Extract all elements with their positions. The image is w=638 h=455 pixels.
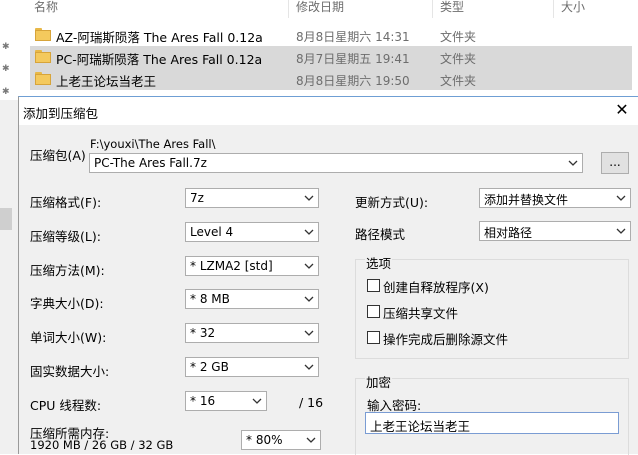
memory-select[interactable]: * 80% [241, 430, 321, 450]
options-title: 选项 [365, 253, 393, 272]
dict-value: * 8 MB [190, 292, 230, 306]
archive-label: 压缩包(A) [30, 148, 86, 163]
solid-value: * 2 GB [190, 360, 229, 374]
shared-files-label[interactable]: 压缩共享文件 [383, 303, 458, 322]
level-select[interactable]: Level 4 [185, 222, 319, 242]
path-mode-select[interactable]: 相对路径 [479, 221, 631, 241]
title-bar[interactable]: 添加到压缩包 ✕ [19, 97, 638, 125]
chevron-down-icon[interactable] [303, 190, 315, 206]
password-input[interactable]: 上老王论坛当老王 [365, 412, 619, 434]
file-type: 文件夹 [440, 52, 477, 66]
path-mode-label: 路径模式 [355, 227, 406, 242]
column-header-type[interactable]: 类型 [440, 0, 464, 16]
update-select[interactable]: 添加并替换文件 [479, 188, 631, 208]
column-header-modified[interactable]: 修改日期 [296, 0, 344, 16]
pin-icon: ✱ [2, 64, 10, 74]
file-name: 上老王论坛当老王 [56, 74, 157, 89]
chevron-down-icon[interactable] [303, 325, 315, 341]
threads-value: * 16 [190, 394, 216, 408]
dialog-title: 添加到压缩包 [23, 106, 99, 121]
memory-value: * 80% [246, 433, 283, 447]
dict-label: 字典大小(D): [30, 296, 104, 311]
password-value: 上老王论坛当老王 [370, 419, 471, 434]
archive-name-value: PC-The Ares Fall.7z [94, 156, 207, 170]
add-to-archive-dialog: 添加到压缩包 ✕ 压缩包(A) F:\youxi\The Ares Fall\ … [18, 96, 638, 455]
delete-after-label[interactable]: 操作完成后删除源文件 [383, 329, 508, 348]
archive-path: F:\youxi\The Ares Fall\ [90, 137, 216, 151]
chevron-down-icon[interactable] [303, 224, 315, 240]
file-explorer: 名称 修改日期 类型 大小 ✱ ✱ ✱ AZ-阿瑞斯陨落 The Ares Fa… [0, 0, 638, 100]
folder-icon [35, 28, 51, 41]
memory-detail: 1920 MB / 26 GB / 32 GB [30, 438, 174, 452]
method-value: * LZMA2 [std] [190, 259, 273, 273]
file-row[interactable]: 上老王论坛当老王 8月8日星期六 19:50 文件夹 [30, 68, 632, 90]
word-label: 单词大小(W): [30, 330, 107, 345]
threads-select[interactable]: * 16 [185, 391, 267, 411]
file-date: 8月8日星期六 14:31 [296, 30, 410, 44]
sfx-checkbox[interactable] [367, 279, 380, 292]
path-mode-value: 相对路径 [484, 226, 533, 240]
threads-total: / 16 [299, 395, 324, 410]
level-label: 压缩等级(L): [30, 229, 101, 244]
dict-select[interactable]: * 8 MB [185, 289, 319, 309]
file-type: 文件夹 [440, 74, 477, 88]
chevron-down-icon[interactable] [303, 258, 315, 274]
solid-select[interactable]: * 2 GB [185, 357, 319, 377]
file-row[interactable]: AZ-阿瑞斯陨落 The Ares Fall 0.12a 8月8日星期六 14:… [30, 24, 632, 46]
chevron-down-icon[interactable] [567, 155, 579, 171]
chevron-down-icon[interactable] [251, 393, 263, 409]
file-row[interactable]: PC-阿瑞斯陨落 The Ares Fall 0.12a 8月7日星期五 19:… [30, 46, 632, 68]
folder-icon [35, 50, 51, 63]
navigation-pane [0, 100, 18, 454]
column-separator[interactable] [553, 0, 554, 18]
delete-after-checkbox[interactable] [367, 331, 380, 344]
shared-files-checkbox[interactable] [367, 305, 380, 318]
chevron-down-icon[interactable] [615, 223, 627, 239]
file-type: 文件夹 [440, 30, 477, 44]
pin-icon: ✱ [2, 87, 10, 97]
pin-icon: ✱ [2, 42, 10, 52]
column-header-name[interactable]: 名称 [34, 0, 58, 16]
format-select[interactable]: 7z [185, 188, 319, 208]
chevron-down-icon[interactable] [303, 359, 315, 375]
update-label: 更新方式(U): [355, 195, 429, 210]
archive-name-combo[interactable]: PC-The Ares Fall.7z [89, 153, 583, 173]
folder-icon [35, 72, 51, 85]
update-value: 添加并替换文件 [484, 193, 569, 207]
chevron-down-icon[interactable] [303, 291, 315, 307]
file-date: 8月8日星期六 19:50 [296, 74, 410, 88]
close-icon[interactable]: ✕ [613, 100, 631, 120]
format-value: 7z [190, 191, 204, 205]
column-header-size[interactable]: 大小 [561, 0, 585, 16]
threads-label: CPU 线程数: [30, 398, 102, 413]
word-select[interactable]: * 32 [185, 323, 319, 343]
chevron-down-icon[interactable] [615, 190, 627, 206]
file-name: PC-阿瑞斯陨落 The Ares Fall 0.12a [56, 52, 263, 67]
method-label: 压缩方法(M): [30, 263, 105, 278]
column-separator[interactable] [288, 0, 289, 18]
method-select[interactable]: * LZMA2 [std] [185, 256, 319, 276]
file-name: AZ-阿瑞斯陨落 The Ares Fall 0.12a [56, 30, 263, 45]
solid-label: 固实数据大小: [30, 364, 110, 379]
word-value: * 32 [190, 326, 216, 340]
file-date: 8月7日星期五 19:41 [296, 52, 410, 66]
level-value: Level 4 [190, 225, 234, 239]
chevron-down-icon[interactable] [305, 432, 317, 448]
format-label: 压缩格式(F): [30, 195, 102, 210]
sfx-label[interactable]: 创建自释放程序(X) [383, 277, 489, 296]
column-separator[interactable] [432, 0, 433, 18]
encryption-title: 加密 [365, 372, 393, 391]
browse-button[interactable]: ... [601, 152, 629, 174]
